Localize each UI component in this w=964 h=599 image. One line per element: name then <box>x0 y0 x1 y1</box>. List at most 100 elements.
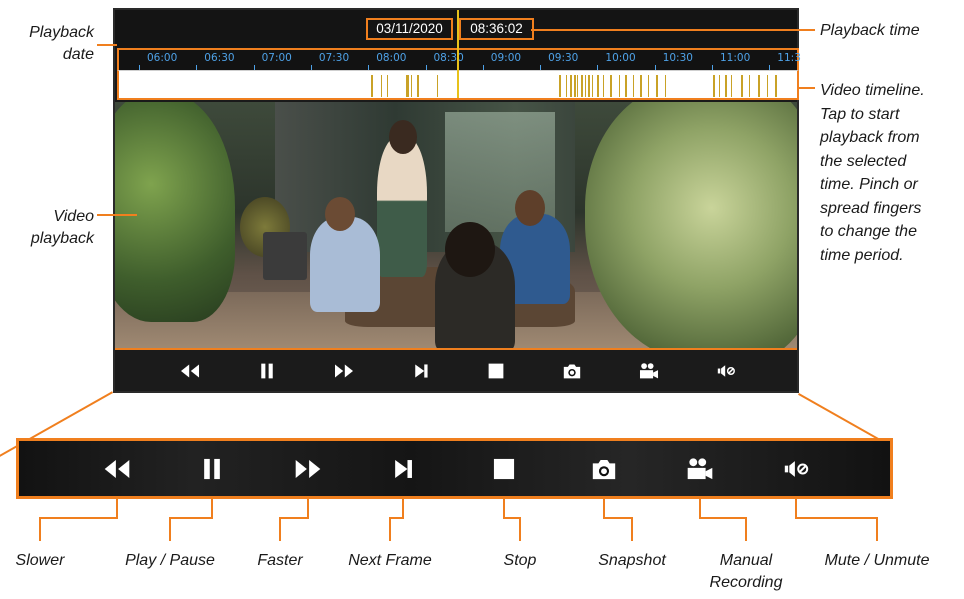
next-frame-icon[interactable] <box>410 361 431 379</box>
stop-icon[interactable] <box>485 361 506 379</box>
playback-time: 08:36:02 <box>470 21 523 36</box>
leader-line <box>169 517 213 519</box>
recording-segment <box>588 75 590 97</box>
leader-line <box>389 517 391 541</box>
recording-segment <box>597 75 599 97</box>
annotation-playback-time: Playback time <box>820 22 920 39</box>
video-camera-icon-enlarged <box>685 456 714 481</box>
video-scene-head <box>445 222 495 277</box>
leader-line <box>876 517 878 541</box>
timeline-tick-label: 07:30 <box>318 52 350 64</box>
leader-line <box>631 517 633 541</box>
recording-segment <box>581 75 583 97</box>
recording-segment <box>713 75 715 97</box>
leader-line <box>603 499 605 518</box>
fast-forward-icon[interactable] <box>333 361 354 379</box>
recording-segment <box>719 75 720 97</box>
recording-segment <box>577 75 578 97</box>
timeline-tick-label: 10:30 <box>662 52 693 64</box>
leader-line <box>402 499 404 518</box>
recording-segment <box>758 75 760 97</box>
label-manual-recording: Manual Recording <box>709 552 783 591</box>
recording-segment <box>731 75 732 97</box>
leader-line <box>795 517 878 519</box>
timeline-tick-label: 07:00 <box>261 52 292 64</box>
annotation-video-playback: Video playback <box>30 208 94 247</box>
recording-segment <box>640 75 642 97</box>
timeline-tick-label: 08:30 <box>433 52 464 64</box>
video-scene-person <box>377 137 427 277</box>
camera-icon[interactable] <box>561 361 582 379</box>
recording-segment <box>406 75 409 97</box>
playback-time-box: 08:36:02 <box>459 18 534 40</box>
video-playback[interactable] <box>115 102 797 348</box>
timeline-playhead[interactable] <box>457 10 459 98</box>
rewind-icon[interactable] <box>179 361 200 379</box>
video-scene-plant <box>115 102 235 322</box>
recording-segment <box>656 75 658 97</box>
leader-line <box>39 517 118 519</box>
recording-segment <box>619 75 620 97</box>
leader-line <box>603 517 633 519</box>
timeline-tick-label: 06:30 <box>204 52 235 64</box>
timeline-tick-label: 08:00 <box>376 52 407 64</box>
video-scene-head <box>515 190 545 226</box>
recording-segment <box>775 75 777 97</box>
recording-segment <box>749 75 750 97</box>
video-scene-person <box>310 217 380 312</box>
timeline-tick-label: 09:30 <box>548 52 579 64</box>
leader-line <box>745 517 747 541</box>
leader-line <box>307 499 309 518</box>
playback-screen: 03/11/2020 08:36:02 06:00 06:30 07:00 07:30… <box>113 8 801 393</box>
rewind-icon-enlarged <box>102 456 131 481</box>
recording-segment <box>633 75 634 97</box>
annotation-video-timeline: Video timeline. Tap to start playback fr… <box>820 82 925 264</box>
recording-segment <box>592 75 593 97</box>
fast-forward-icon-enlarged <box>293 456 322 481</box>
pause-icon[interactable] <box>256 361 277 379</box>
next-frame-icon-enlarged <box>388 456 417 481</box>
leader-line <box>699 517 747 519</box>
leader-line <box>389 517 404 519</box>
video-scene-head <box>389 120 417 154</box>
leader-line <box>97 214 137 216</box>
annotation-playback-date: Playback date <box>29 24 94 63</box>
recording-segment <box>625 75 627 97</box>
recording-segment <box>387 75 388 97</box>
recording-segment <box>741 75 743 97</box>
leader-line <box>799 87 815 89</box>
leader-line <box>503 499 505 518</box>
recording-segment <box>725 75 727 97</box>
recording-segment <box>574 75 576 97</box>
video-scene-head <box>325 197 355 231</box>
leader-line <box>169 517 171 541</box>
timeline-tick-label: 06:00 <box>147 52 178 64</box>
pause-icon-enlarged <box>197 456 226 481</box>
playback-toolbar <box>115 348 797 391</box>
recording-segment <box>665 75 666 97</box>
recording-segment <box>417 75 419 97</box>
playback-toolbar-enlarged <box>16 438 893 499</box>
playback-date-box[interactable]: 03/11/2020 <box>366 18 453 40</box>
recording-segment <box>648 75 649 97</box>
recording-segment <box>570 75 572 97</box>
label-mute-unmute: Mute / Unmute <box>824 552 930 569</box>
timeline-tick-label: 09:00 <box>490 52 522 64</box>
camera-icon-enlarged <box>589 456 618 481</box>
recording-segment <box>371 75 373 97</box>
leader-line <box>519 517 521 541</box>
recording-segment <box>566 75 567 97</box>
recording-segment <box>437 75 438 97</box>
timeline-tick-label: 11:00 <box>720 52 751 64</box>
mute-speaker-icon[interactable] <box>715 361 736 379</box>
recording-segment <box>610 75 612 97</box>
playback-date: 03/11/2020 <box>376 21 443 36</box>
stop-icon-enlarged <box>489 456 518 481</box>
leader-line <box>531 29 815 31</box>
leader-line <box>279 517 281 541</box>
recording-segment <box>603 75 604 97</box>
leader-line <box>795 499 797 518</box>
video-camera-icon[interactable] <box>638 361 659 379</box>
leader-line <box>39 517 41 541</box>
video-scene-plant <box>585 102 797 348</box>
